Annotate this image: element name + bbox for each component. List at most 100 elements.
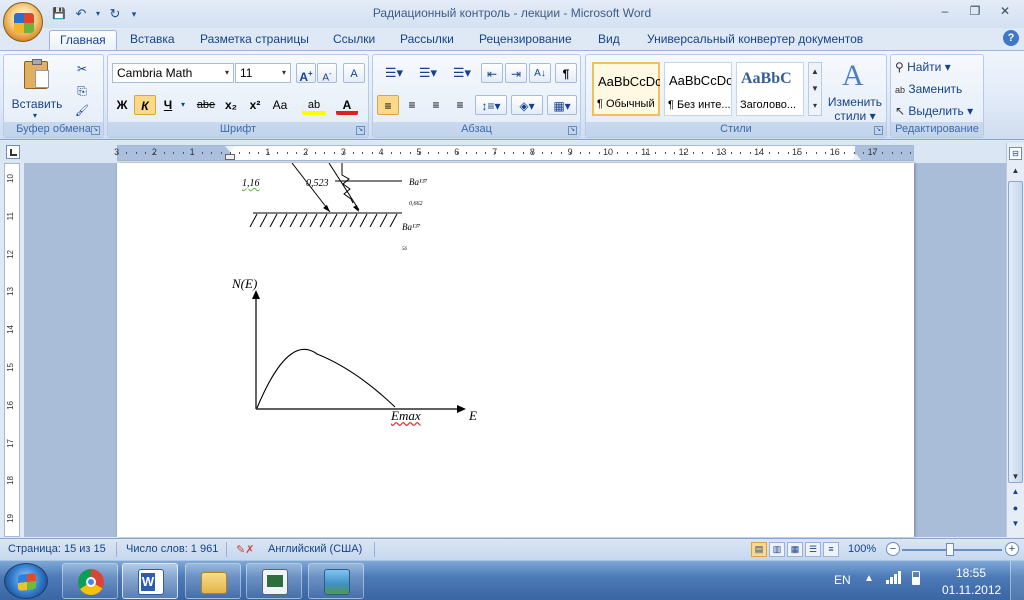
help-icon[interactable]: ? [1003,30,1019,46]
horizontal-ruler[interactable]: 3211234567891011121314151617 [114,145,914,161]
document-page[interactable]: 1,16 0,523 Ba¹³⁷ 0,662 Ba¹³⁷ 56 N(E) E E… [117,163,914,537]
office-button[interactable] [3,2,43,42]
word-count[interactable]: Число слов: 1 961 [126,543,218,555]
styles-launcher-icon[interactable]: ↘ [874,126,883,135]
font-color-button[interactable]: A [336,95,358,115]
decrease-indent-button[interactable]: ⇤ [481,63,503,83]
strikethrough-button[interactable]: abe [194,95,218,115]
clock-date[interactable]: 01.11.2012 [942,583,1001,597]
scroll-thumb[interactable] [1008,181,1023,483]
format-painter-icon[interactable]: 🖌 [72,101,92,121]
zoom-out-button[interactable]: − [886,542,900,556]
line-spacing-button[interactable]: ↕≡▾ [475,95,507,115]
minimize-button[interactable]: – [930,1,960,21]
borders-button[interactable]: ▦▾ [547,95,577,115]
tab-document-converter[interactable]: Универсальный конвертер документов [637,30,873,50]
find-button[interactable]: ⚲ Найти ▾ [895,60,951,78]
close-button[interactable]: ✕ [990,1,1020,21]
change-case-button[interactable]: Aa [268,95,292,115]
shrink-font-button[interactable]: A- [317,63,337,83]
page-indicator[interactable]: Страница: 15 из 15 [8,543,106,555]
highlight-button[interactable]: ab [302,95,326,115]
tab-home[interactable]: Главная [49,30,117,50]
scroll-down-icon[interactable]: ▼ [1008,469,1023,485]
styles-scroll[interactable]: ▲ ▼ ▾ [808,62,822,116]
show-desktop-button[interactable] [1010,561,1024,600]
clock-time[interactable]: 18:55 [956,566,986,580]
numbering-button[interactable]: ☰▾ [413,63,443,83]
font-size-value: 11 [240,66,253,80]
underline-dropdown-icon[interactable]: ▾ [178,95,188,115]
tab-selector-button[interactable] [6,145,20,159]
select-button[interactable]: ↖ Выделить ▾ [895,104,973,122]
draft-view-icon[interactable]: ≡ [823,542,839,557]
web-layout-icon[interactable]: ▦ [787,542,803,557]
taskbar-explorer[interactable] [185,563,241,599]
tab-references[interactable]: Ссылки [323,30,385,50]
restore-button[interactable]: ❐ [960,1,990,21]
vertical-scrollbar[interactable]: ⊟ ▲ ▼ ▲ ● ▼ [1006,143,1024,537]
align-left-button[interactable]: ≡ [377,95,399,115]
align-center-button[interactable]: ≡ [401,95,423,115]
italic-button[interactable]: К [134,95,156,115]
zoom-slider-thumb[interactable] [946,543,954,556]
replace-button[interactable]: ab Заменить [895,82,962,100]
show-hidden-icons[interactable]: ▲ [864,573,874,584]
zoom-level[interactable]: 100% [848,543,876,555]
proofing-icon[interactable]: ✎✗ [236,543,254,556]
tab-page-layout[interactable]: Разметка страницы [190,30,319,50]
show-marks-button[interactable]: ¶ [555,63,577,83]
font-launcher-icon[interactable]: ↘ [356,126,365,135]
tab-mailings[interactable]: Рассылки [390,30,464,50]
language-indicator[interactable]: Английский (США) [268,543,362,555]
battery-icon[interactable] [912,571,920,585]
taskbar-app[interactable] [246,563,302,599]
subscript-button[interactable]: x₂ [220,95,242,115]
tab-review[interactable]: Рецензирование [469,30,582,50]
style-no-spacing[interactable]: AaBbCcDc ¶ Без инте... [664,62,732,116]
paste-button[interactable]: Вставить ▾ [10,57,64,120]
tab-insert[interactable]: Вставка [120,30,185,50]
next-page-icon[interactable]: ▼ [1009,519,1022,531]
start-button[interactable] [4,563,48,599]
style-heading[interactable]: AaBbC Заголово... [736,62,804,116]
clipboard-launcher-icon[interactable]: ↘ [91,126,100,135]
font-size-select[interactable]: 11 ▾ [235,63,291,83]
superscript-button[interactable]: x² [244,95,266,115]
clear-formatting-button[interactable]: A [343,63,365,83]
outline-view-icon[interactable]: ☰ [805,542,821,557]
cut-icon[interactable]: ✂ [72,59,92,79]
sort-button[interactable]: A↓ [529,63,551,83]
font-family-select[interactable]: Cambria Math ▾ [112,63,234,83]
bold-button[interactable]: Ж [112,95,132,115]
taskbar-word[interactable]: W [122,563,178,599]
taskbar-photo-viewer[interactable] [308,563,364,599]
ruler-toggle-icon[interactable]: ⊟ [1009,147,1022,160]
scroll-up-icon[interactable]: ▲ [1008,163,1023,179]
previous-page-icon[interactable]: ▲ [1009,487,1022,499]
print-layout-view-icon[interactable]: ▤ [751,542,767,557]
style-normal[interactable]: AaBbCcDc ¶ Обычный [592,62,660,116]
zoom-in-button[interactable]: + [1005,542,1019,556]
underline-button[interactable]: Ч [158,95,178,115]
taskbar-chrome[interactable] [62,563,118,599]
tab-view[interactable]: Вид [588,30,630,50]
bullets-button[interactable]: ☰▾ [379,63,409,83]
change-styles-button[interactable]: A Изменить стили ▾ [826,59,884,123]
paragraph-launcher-icon[interactable]: ↘ [568,126,577,135]
first-line-indent-marker[interactable] [225,146,235,152]
justify-button[interactable]: ≡ [449,95,471,115]
multilevel-list-button[interactable]: ☰▾ [447,63,477,83]
right-indent-marker[interactable] [851,154,861,160]
vertical-ruler[interactable]: 10 11 12 13 14 15 16 17 18 19 [4,163,20,537]
input-language[interactable]: EN [834,573,851,587]
increase-indent-button[interactable]: ⇥ [505,63,527,83]
copy-icon[interactable]: ⎘ [72,81,92,101]
network-icon[interactable] [886,571,901,587]
grow-font-button[interactable]: A+ [296,63,316,84]
align-right-button[interactable]: ≡ [425,95,447,115]
browse-object-icon[interactable]: ● [1009,503,1022,515]
shading-button[interactable]: ◈▾ [511,95,543,115]
full-screen-reading-icon[interactable]: ▥ [769,542,785,557]
hanging-indent-marker[interactable] [225,154,235,160]
